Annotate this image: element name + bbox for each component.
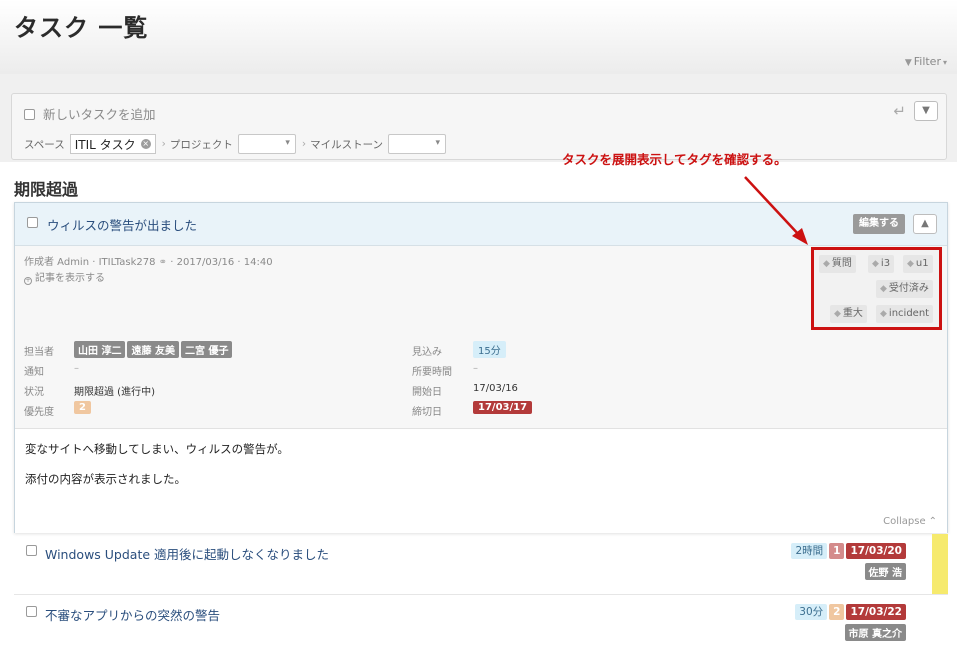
space-value: ITIL タスク — [74, 137, 136, 152]
filter-label: Filter — [913, 55, 941, 68]
tag-icon: ◆ — [907, 259, 914, 269]
add-task-filters: スペース ITIL タスク × › プロジェクト › マイルストーン — [24, 134, 452, 154]
link-icon: ⚭ — [158, 257, 168, 268]
task-title[interactable]: Windows Update 適用後に起動しなくなりました — [45, 544, 329, 563]
task-row[interactable]: 不審なアプリからの突然の警告 30分 2 17/03/22 市原 真之介 — [14, 596, 934, 646]
tag-icon: ◆ — [872, 259, 879, 269]
elapsed-label: 所要時間 — [412, 367, 452, 378]
assignee-chip[interactable]: 遠藤 友美 — [127, 341, 179, 358]
priority-badge: 2 — [829, 604, 845, 620]
tag[interactable]: ◆ 質問 — [819, 255, 856, 273]
page-title: タスク 一覧 — [14, 14, 149, 42]
assignee-chip[interactable]: 山田 淳二 — [74, 341, 126, 358]
meta-author: 作成者 Admin · ITILTask278 — [24, 257, 156, 268]
filter-button[interactable]: ▼ Filter ▾ — [905, 55, 947, 68]
row-highlight-bar — [932, 534, 948, 595]
filter-icon: ▼ — [904, 58, 912, 68]
section-heading: 期限超過 — [14, 180, 79, 199]
row-divider — [14, 594, 948, 595]
milestone-select[interactable] — [388, 134, 447, 154]
priority-badge: 2 — [74, 401, 91, 414]
chevron-up-icon: ▲ — [921, 218, 929, 229]
task-title[interactable]: ウィルスの警告が出ました — [47, 215, 197, 234]
tag-highlight-box: ◆ 質問 ◆ i3 ◆ u1 ◆ 受付済み ◆ 重大 ◆ incident — [811, 247, 942, 330]
clear-icon[interactable]: × — [140, 139, 151, 149]
task-badges: 30分 2 17/03/22 — [795, 604, 906, 620]
task-checkbox[interactable] — [26, 545, 37, 556]
due-badge: 17/03/22 — [846, 604, 906, 620]
add-task-input[interactable]: 新しいタスクを追加 — [43, 107, 156, 122]
owner-chip[interactable]: 佐野 浩 — [864, 563, 906, 580]
start-label: 開始日 — [412, 387, 442, 398]
tag-icon: ◆ — [880, 284, 887, 294]
meta-date: · 2017/03/16 · 14:40 — [170, 257, 273, 268]
tag[interactable]: ◆ incident — [876, 305, 934, 323]
enter-icon[interactable]: ↵ — [893, 102, 906, 120]
task-badges: 2時間 1 17/03/20 — [791, 543, 906, 559]
start-value: 17/03/16 — [473, 383, 518, 394]
assignee-label: 担当者 — [24, 347, 54, 358]
edit-button[interactable]: 編集する — [853, 214, 905, 234]
elapsed-value: – — [473, 363, 478, 374]
task-checkbox[interactable] — [26, 606, 37, 617]
tag-icon: ◆ — [823, 259, 830, 269]
due-label: 締切日 — [412, 407, 442, 418]
due-badge: 17/03/20 — [846, 543, 906, 559]
show-article-label: 記事を表示する — [35, 273, 105, 284]
description-line: 変なサイトへ移動してしまい、ウィルスの警告が。 — [25, 442, 289, 456]
collapse-label: Collapse — [883, 516, 926, 527]
milestone-label: マイルストーン — [310, 138, 384, 151]
task-row[interactable]: Windows Update 適用後に起動しなくなりました 2時間 1 17/0… — [14, 535, 934, 585]
chevron-down-icon: ▼ — [922, 105, 930, 116]
task-meta: 作成者 Admin · ITILTask278 ⚭ · 2017/03/16 ·… — [24, 253, 273, 268]
status-label: 状況 — [24, 387, 44, 398]
expand-options-button[interactable]: ▼ — [914, 101, 938, 121]
task-header[interactable]: ウィルスの警告が出ました 編集する ▲ — [15, 203, 947, 246]
owner-chip[interactable]: 市原 真之介 — [844, 624, 906, 641]
add-task-checkbox[interactable] — [24, 109, 35, 120]
chevron-up-icon: ⌃ — [928, 516, 937, 527]
project-select[interactable] — [237, 134, 296, 154]
estimate-badge: 2時間 — [791, 543, 828, 559]
tag[interactable]: ◆ 受付済み — [876, 280, 933, 298]
show-article-link[interactable]: + 記事を表示する — [24, 269, 105, 285]
collapse-button[interactable]: ▲ — [913, 214, 937, 234]
due-badge: 17/03/17 — [473, 401, 533, 414]
priority-badge: 1 — [829, 543, 845, 559]
priority-label: 優先度 — [24, 407, 54, 418]
tag-icon: ◆ — [880, 309, 887, 319]
notify-value: – — [74, 363, 79, 374]
chevron-right-icon: › — [301, 138, 307, 150]
tag[interactable]: ◆ 重大 — [830, 305, 867, 323]
expanded-task-card: ウィルスの警告が出ました 編集する ▲ 作成者 Admin · ITILTask… — [14, 202, 948, 533]
task-description: 変なサイトへ移動してしまい、ウィルスの警告が。 添付の内容が表示されました。 C… — [15, 428, 947, 533]
collapse-link[interactable]: Collapse ⌃ — [883, 516, 937, 527]
tag-icon: ◆ — [834, 309, 841, 319]
estimate-label: 見込み — [412, 347, 442, 358]
estimate-badge: 15分 — [473, 341, 506, 358]
task-title[interactable]: 不審なアプリからの突然の警告 — [45, 605, 220, 624]
add-task-panel: 新しいタスクを追加 ↵ ▼ スペース ITIL タスク × › プロジェクト ›… — [11, 93, 947, 160]
status-value: 期限超過 (進行中) — [74, 387, 155, 398]
project-label: プロジェクト — [169, 138, 233, 151]
assignee-chip[interactable]: 二宮 優子 — [180, 341, 233, 358]
annotation-text: タスクを展開表示してタグを確認する。 — [562, 152, 787, 167]
description-line: 添付の内容が表示されました。 — [25, 472, 186, 486]
estimate-badge: 30分 — [795, 604, 828, 620]
plus-circle-icon: + — [24, 277, 32, 285]
space-selector[interactable]: ITIL タスク × — [69, 134, 156, 154]
space-label: スペース — [24, 138, 65, 151]
tag[interactable]: ◆ u1 — [903, 255, 933, 273]
notify-label: 通知 — [24, 367, 44, 378]
task-checkbox[interactable] — [27, 217, 38, 228]
page-header: タスク 一覧 ▼ Filter ▾ — [0, 0, 957, 74]
assignee-list: 山田 淳二 遠藤 友美 二宮 優子 — [74, 341, 234, 358]
chevron-right-icon: › — [161, 138, 166, 150]
tag[interactable]: ◆ i3 — [868, 255, 895, 273]
add-task-row[interactable]: 新しいタスクを追加 — [24, 104, 156, 123]
caret-down-icon: ▾ — [942, 58, 947, 67]
